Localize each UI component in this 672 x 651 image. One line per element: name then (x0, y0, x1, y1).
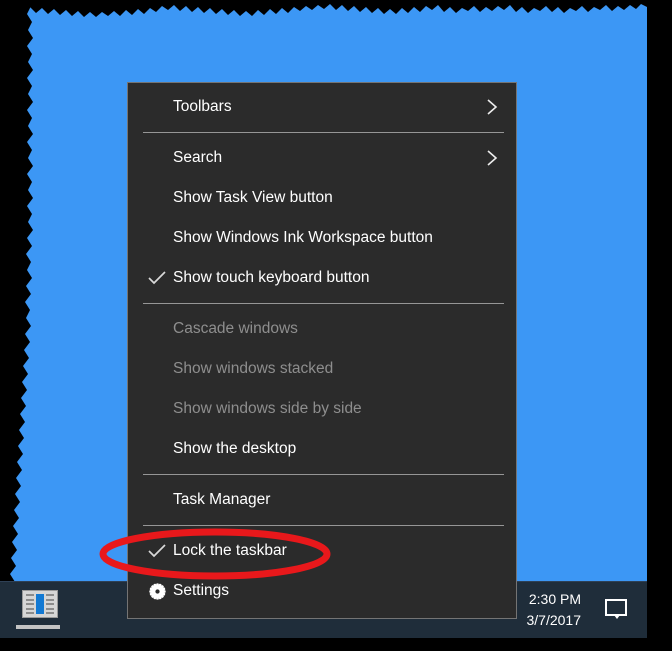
menu-item-cascade-windows: Cascade windows (128, 309, 516, 349)
menu-item-show-the-desktop[interactable]: Show the desktop (128, 429, 516, 469)
menu-item-label: Cascade windows (173, 320, 298, 337)
check-icon (148, 271, 166, 285)
menu-item-label: Toolbars (173, 98, 232, 115)
menu-item-label: Search (173, 149, 223, 166)
chevron-right-icon (487, 150, 498, 166)
menu-item-label: Task Manager (173, 491, 271, 508)
check-icon (148, 544, 166, 558)
clock-date: 3/7/2017 (526, 612, 582, 628)
menu-separator (143, 525, 504, 526)
menu-item-lock-the-taskbar[interactable]: Lock the taskbar (128, 531, 516, 571)
check-icon (143, 544, 171, 558)
speech-bubble-icon[interactable] (603, 598, 629, 622)
menu-item-show-windows-stacked: Show windows stacked (128, 349, 516, 389)
menu-item-show-touch-keyboard-button[interactable]: Show touch keyboard button (128, 258, 516, 298)
menu-item-toolbars[interactable]: Toolbars (128, 87, 516, 127)
chevron-right-icon (487, 99, 498, 115)
torn-edge-top (0, 0, 647, 17)
menu-item-task-manager[interactable]: Task Manager (128, 480, 516, 520)
gear-icon (143, 582, 171, 600)
menu-item-label: Show windows stacked (173, 360, 334, 377)
taskbar-clock[interactable]: 2:30 PM 3/7/2017 (527, 589, 582, 631)
menu-item-show-windows-side-by-side: Show windows side by side (128, 389, 516, 429)
menu-item-label: Show Windows Ink Workspace button (173, 229, 433, 246)
menu-item-label: Show touch keyboard button (173, 269, 370, 286)
gear-icon (148, 582, 166, 600)
menu-item-label: Lock the taskbar (173, 542, 287, 559)
torn-edge-left (0, 0, 33, 638)
menu-item-label: Show windows side by side (173, 400, 362, 417)
menu-item-search[interactable]: Search (128, 138, 516, 178)
menu-item-show-task-view-button[interactable]: Show Task View button (128, 178, 516, 218)
taskbar-app-button[interactable] (22, 590, 58, 618)
clock-time: 2:30 PM (528, 591, 581, 607)
taskbar-context-menu[interactable]: Toolbars Search Show Task View button Show … (127, 82, 517, 619)
menu-item-show-windows-ink-workspace-button[interactable]: Show Windows Ink Workspace button (128, 218, 516, 258)
menu-separator (143, 132, 504, 133)
menu-separator (143, 474, 504, 475)
menu-item-label: Show the desktop (173, 440, 297, 457)
menu-item-label: Show Task View button (173, 189, 333, 206)
check-icon (143, 271, 171, 285)
menu-item-label: Settings (173, 582, 230, 599)
app-active-indicator (16, 625, 60, 629)
news-app-icon (22, 590, 58, 618)
menu-item-settings[interactable]: Settings (128, 571, 516, 611)
screenshot-root: 2:30 PM 3/7/2017 Toolbars Search Show Task… (0, 0, 672, 651)
menu-separator (143, 303, 504, 304)
